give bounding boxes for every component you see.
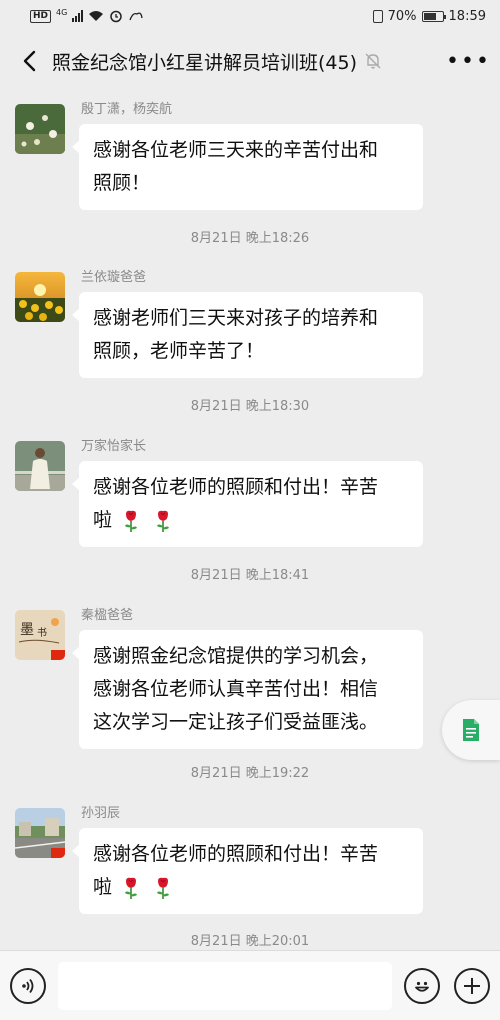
flag-icon <box>51 650 65 660</box>
chat-header: 照金纪念馆小红星讲解员培训班(45) ••• <box>0 32 500 90</box>
message-line: 啦 <box>93 876 113 898</box>
avatar[interactable] <box>15 272 65 322</box>
timestamp: 8月21日 晚上19:22 <box>190 766 310 781</box>
rose-emoji-icon <box>125 877 138 899</box>
add-icon <box>464 977 480 994</box>
sender-name: 万家怡家长 <box>81 439 147 454</box>
notification-icon <box>129 12 143 21</box>
status-left: HD 4G <box>30 7 144 23</box>
document-icon <box>463 719 479 741</box>
chat-title: 照金纪念馆小红星讲解员培训班(45) <box>52 51 358 74</box>
avatar[interactable] <box>15 441 65 491</box>
floating-document-button[interactable] <box>442 700 500 760</box>
message-line: 照顾，老师辛苦了！ <box>93 340 265 362</box>
hd-badge: HD <box>30 9 52 23</box>
wifi-icon <box>89 11 104 21</box>
message-bubble[interactable]: 感谢各位老师的照顾和付出！辛苦 啦 <box>72 461 423 547</box>
message-item: 万家怡家长 感谢各位老师的照顾和付出！辛苦 啦 <box>15 435 435 547</box>
flag-icon <box>51 848 65 858</box>
message-line: 感谢老师们三天来对孩子的培养和 <box>93 307 379 329</box>
message-line: 啦 <box>93 509 113 531</box>
network-type: 4G <box>56 7 68 17</box>
sender-name: 孙羽辰 <box>81 806 121 821</box>
rose-emoji-icon <box>125 510 138 532</box>
message-item: 孙羽辰 感谢各位老师的照顾和付出！辛苦 啦 <box>15 802 435 914</box>
message-bubble[interactable]: 感谢照金纪念馆提供的学习机会， 感谢各位老师认真辛苦付出！相信 这次学习一定让孩… <box>72 630 423 749</box>
message-line-with-emoji: 啦 <box>93 504 409 537</box>
message-line: 感谢照金纪念馆提供的学习机会， <box>93 645 379 667</box>
avatar[interactable] <box>15 808 65 858</box>
status-right: 70% 18:59 <box>372 8 486 24</box>
alarm-icon <box>110 10 123 23</box>
clock: 18:59 <box>448 8 486 24</box>
message-line: 感谢各位老师的照顾和付出！辛苦 <box>93 476 379 498</box>
mute-icon <box>365 53 381 69</box>
message-item: 兰依璇爸爸 感谢老师们三天来对孩子的培养和 照顾，老师辛苦了！ <box>15 266 435 378</box>
back-icon[interactable] <box>14 46 44 76</box>
message-bubble[interactable]: 感谢各位老师三天来的辛苦付出和 照顾！ <box>72 124 423 210</box>
sender-name: 秦楹爸爸 <box>81 608 134 623</box>
message-item: 墨书 秦楹爸爸 感谢照金纪念馆提供的学习机会， 感谢各位老师认真辛苦付出！相信 … <box>15 604 435 754</box>
sender-name: 兰依璇爸爸 <box>81 270 147 285</box>
emoji-button[interactable] <box>404 967 440 1004</box>
message-line: 感谢各位老师认真辛苦付出！相信 <box>93 678 379 700</box>
battery-percent: 70% <box>387 8 417 24</box>
message-line: 感谢各位老师的照顾和付出！辛苦 <box>93 843 379 865</box>
avatar[interactable] <box>15 104 65 154</box>
message-list[interactable]: 殷丁潇，杨奕航 感谢各位老师三天来的辛苦付出和 照顾！ 8月21日 晚上18:2… <box>0 90 500 950</box>
voice-icon <box>22 978 34 993</box>
message-line: 这次学习一定让孩子们受益匪浅。 <box>93 711 379 733</box>
message-item: 殷丁潇，杨奕航 感谢各位老师三天来的辛苦付出和 照顾！ <box>15 98 435 210</box>
timestamp: 8月21日 晚上20:01 <box>190 934 310 949</box>
emoji-icon <box>415 981 429 992</box>
timestamp: 8月21日 晚上18:41 <box>190 568 310 583</box>
input-bar <box>0 950 500 1020</box>
sender-name: 殷丁潇，杨奕航 <box>81 102 173 117</box>
message-input[interactable] <box>58 961 392 1010</box>
svg-text:墨: 墨 <box>20 622 34 638</box>
more-icon[interactable]: ••• <box>446 49 489 74</box>
message-bubble[interactable]: 感谢各位老师的照顾和付出！辛苦 啦 <box>72 828 423 914</box>
message-bubble[interactable]: 感谢老师们三天来对孩子的培养和 照顾，老师辛苦了！ <box>72 292 423 378</box>
rose-emoji-icon <box>157 877 170 899</box>
signal-icon <box>72 10 84 22</box>
rose-emoji-icon <box>157 510 170 532</box>
message-line: 感谢各位老师三天来的辛苦付出和 <box>93 139 379 161</box>
voice-button[interactable] <box>10 967 46 1004</box>
avatar[interactable]: 墨书 <box>15 610 65 660</box>
battery-icon <box>421 10 446 22</box>
message-line-with-emoji: 啦 <box>93 871 409 904</box>
timestamp: 8月21日 晚上18:30 <box>190 399 310 414</box>
svg-text:书: 书 <box>37 627 47 639</box>
status-bar: HD 4G 70% 18:59 <box>0 0 500 32</box>
timestamp: 8月21日 晚上18:26 <box>190 231 310 246</box>
battery-level <box>423 12 437 20</box>
vibrate-icon <box>372 9 383 23</box>
add-button[interactable] <box>454 967 490 1004</box>
message-line: 照顾！ <box>93 172 151 194</box>
